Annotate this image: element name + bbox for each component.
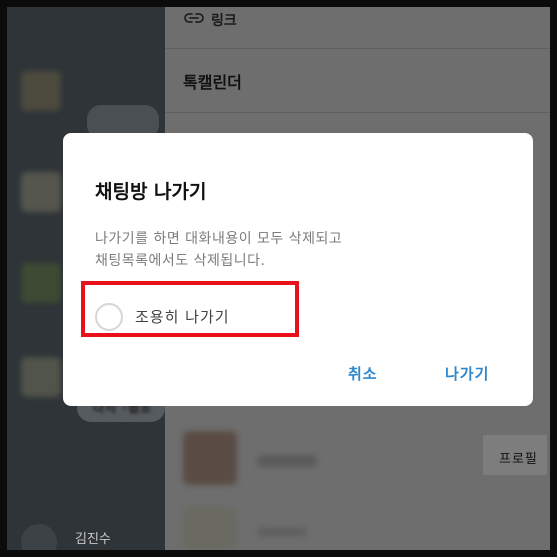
drawer-row-link[interactable]: 링크: [165, 7, 550, 49]
dialog-message-line1: 나가기를 하면 대화내용이 모두 삭제되고: [95, 231, 343, 247]
calendar-label: 톡캘린더: [183, 73, 242, 92]
drawer-row-calendar[interactable]: 톡캘린더: [165, 49, 550, 113]
blurred-avatar: [21, 71, 61, 111]
blurred-member-name: [257, 527, 307, 537]
blurred-avatar: [21, 263, 61, 303]
sender-name: 김진수: [75, 532, 111, 547]
cancel-button[interactable]: 취소: [348, 363, 378, 384]
blurred-member-avatar: [183, 507, 237, 550]
blurred-avatar: [21, 172, 61, 212]
screenshot-frame: 다시 ·협조 김진수 링크 톡캘린더 프로필 채팅방 나가기 나가기를 하면 대…: [7, 7, 550, 550]
blurred-member-name: [257, 455, 317, 467]
sender-avatar[interactable]: [21, 524, 57, 550]
quiet-leave-radio[interactable]: [95, 303, 123, 331]
dialog-message: 나가기를 하면 대화내용이 모두 삭제되고 채팅목록에서도 삭제됩니다.: [95, 228, 455, 272]
profile-button-label: 프로필: [499, 452, 538, 467]
link-label: 링크: [211, 13, 237, 29]
leave-button[interactable]: 나가기: [445, 363, 489, 384]
dialog-title: 채팅방 나가기: [95, 181, 207, 203]
leave-chatroom-dialog: 채팅방 나가기 나가기를 하면 대화내용이 모두 삭제되고 채팅목록에서도 삭제…: [63, 133, 533, 406]
quiet-leave-label[interactable]: 조용히 나가기: [135, 306, 230, 327]
blurred-avatar: [21, 357, 61, 397]
dialog-message-line2: 채팅목록에서도 삭제됩니다.: [95, 253, 266, 269]
link-icon: [184, 13, 204, 23]
blurred-member-avatar: [183, 431, 237, 485]
